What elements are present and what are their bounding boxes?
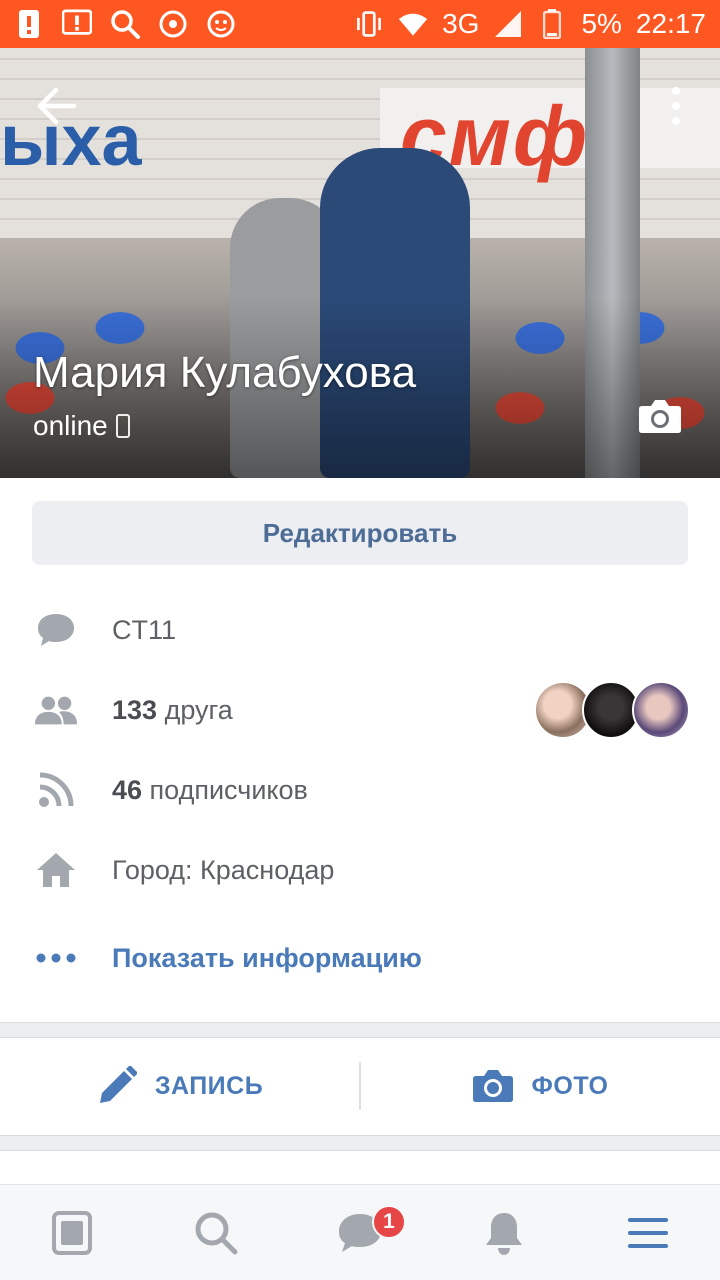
camera-icon bbox=[472, 1070, 513, 1102]
more-options-button[interactable] bbox=[664, 82, 688, 130]
profile-name: Мария Кулабухова bbox=[33, 348, 417, 397]
info-row-city: Город: Краснодар bbox=[0, 840, 720, 900]
avatar bbox=[632, 681, 690, 739]
followers-count-text: 46 подписчиков bbox=[112, 775, 308, 806]
show-info-label: Показать информацию bbox=[112, 942, 422, 973]
rss-feed-icon bbox=[34, 768, 78, 812]
followers-word: подписчиков bbox=[142, 774, 308, 805]
battery-icon bbox=[537, 9, 567, 39]
info-row-friends[interactable]: 133 друга bbox=[0, 680, 720, 740]
vibrate-icon bbox=[354, 9, 384, 39]
search-icon bbox=[195, 1212, 238, 1254]
messages-badge: 1 bbox=[372, 1205, 406, 1239]
online-status-text: online bbox=[33, 410, 108, 441]
nav-search[interactable] bbox=[144, 1185, 288, 1280]
friends-avatars[interactable] bbox=[534, 681, 690, 739]
back-arrow-icon bbox=[37, 87, 77, 125]
friends-word: друга bbox=[157, 694, 233, 725]
nav-messages[interactable]: 1 bbox=[288, 1185, 432, 1280]
friends-count: 133 bbox=[112, 694, 158, 725]
network-type: 3G bbox=[442, 8, 480, 39]
more-vertical-icon bbox=[672, 87, 680, 125]
edit-profile-label: Редактировать bbox=[262, 517, 458, 548]
mobile-phone-icon bbox=[115, 414, 130, 438]
media-notification-icon bbox=[158, 9, 188, 39]
post-actions-bar: ЗАПИСЬ ФОТО bbox=[0, 1038, 720, 1134]
nav-notifications[interactable] bbox=[432, 1185, 576, 1280]
camera-icon bbox=[639, 400, 681, 433]
new-photo-button[interactable]: ФОТО bbox=[360, 1038, 720, 1134]
friends-count-text: 133 друга bbox=[112, 695, 233, 726]
status-text: CT11 bbox=[112, 614, 177, 645]
nav-news[interactable] bbox=[0, 1185, 144, 1280]
more-horizontal-icon bbox=[34, 936, 78, 980]
show-info-button[interactable]: Показать информацию bbox=[0, 928, 720, 988]
app-notification-icon bbox=[206, 9, 236, 39]
nav-menu[interactable] bbox=[576, 1185, 720, 1280]
back-button[interactable] bbox=[34, 84, 82, 128]
home-icon bbox=[34, 848, 78, 892]
profile-screen: 3G 5% 22:17 ыха смф Мария Кулабухова onl… bbox=[0, 0, 720, 1280]
change-cover-button[interactable] bbox=[638, 398, 682, 434]
pencil-icon bbox=[99, 1066, 137, 1103]
friends-icon bbox=[34, 688, 78, 732]
info-row-followers[interactable]: 46 подписчиков bbox=[0, 760, 720, 820]
new-post-button[interactable]: ЗАПИСЬ bbox=[0, 1038, 360, 1134]
new-post-label: ЗАПИСЬ bbox=[154, 1071, 264, 1100]
search-notification-icon bbox=[110, 9, 140, 39]
clock: 22:17 bbox=[635, 8, 706, 39]
section-divider bbox=[0, 1022, 720, 1038]
new-photo-label: ФОТО bbox=[531, 1071, 609, 1100]
battery-percent: 5% bbox=[581, 8, 622, 39]
status-bar: 3G 5% 22:17 bbox=[0, 0, 720, 48]
alert-message-icon bbox=[62, 9, 92, 39]
info-row-status: CT11 bbox=[0, 600, 720, 660]
speech-bubble-icon bbox=[34, 608, 78, 652]
newsfeed-icon bbox=[52, 1210, 92, 1255]
bell-icon bbox=[486, 1212, 522, 1255]
city-text: Город: Краснодар bbox=[112, 854, 335, 885]
alert-sim-icon bbox=[14, 9, 44, 39]
bottom-navigation: 1 bbox=[0, 1184, 720, 1280]
online-status: online bbox=[33, 410, 130, 442]
section-divider bbox=[0, 1135, 720, 1151]
wifi-icon bbox=[398, 9, 428, 39]
followers-count: 46 bbox=[112, 774, 143, 805]
post-bar-divider bbox=[359, 1062, 361, 1110]
hamburger-menu-icon bbox=[628, 1217, 668, 1248]
signal-icon bbox=[493, 9, 523, 39]
edit-profile-button[interactable]: Редактировать bbox=[32, 501, 688, 565]
